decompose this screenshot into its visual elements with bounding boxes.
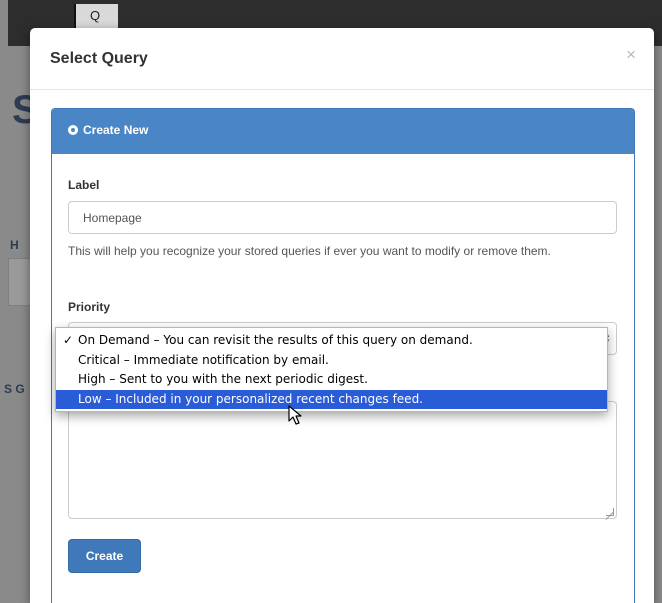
priority-dropdown-menu: ✓ On Demand – You can revisit the result… bbox=[55, 327, 608, 412]
select-query-modal: Select Query × Create New Label This wil… bbox=[30, 28, 654, 603]
priority-option-critical[interactable]: Critical – Immediate notification by ema… bbox=[56, 351, 607, 371]
panel-heading[interactable]: Create New bbox=[52, 109, 634, 154]
option-label: Low – Included in your personalized rece… bbox=[78, 391, 423, 406]
option-label: High – Sent to you with the next periodi… bbox=[78, 372, 368, 386]
mouse-cursor-icon bbox=[288, 405, 302, 425]
navbar-search-box[interactable]: Q bbox=[74, 4, 118, 30]
search-icon: Q bbox=[90, 8, 101, 23]
background-label-fragment: H bbox=[10, 238, 19, 252]
priority-option-on-demand[interactable]: ✓ On Demand – You can revisit the result… bbox=[56, 331, 607, 351]
option-label: Critical – Immediate notification by ema… bbox=[78, 352, 329, 367]
option-label: On Demand – You can revisit the results … bbox=[78, 333, 473, 347]
create-button[interactable]: Create bbox=[68, 539, 141, 573]
checkmark-icon: ✓ bbox=[63, 333, 74, 347]
resize-grip-icon[interactable] bbox=[606, 508, 614, 516]
label-field-label: Label bbox=[68, 178, 100, 192]
panel-heading-label: Create New bbox=[83, 123, 149, 137]
priority-label: Priority bbox=[68, 300, 111, 314]
label-input[interactable] bbox=[68, 201, 617, 234]
priority-option-high[interactable]: High – Sent to you with the next periodi… bbox=[56, 370, 607, 390]
background-text-fragment: S G bbox=[4, 382, 25, 396]
priority-option-low[interactable]: Low – Included in your personalized rece… bbox=[56, 389, 607, 409]
close-icon[interactable]: × bbox=[626, 45, 636, 65]
modal-title: Select Query bbox=[50, 50, 148, 67]
label-help-text: This will help you recognize your stored… bbox=[68, 244, 551, 258]
query-textarea[interactable] bbox=[68, 401, 617, 519]
background-input-fragment bbox=[8, 258, 32, 306]
modal-header: Select Query × bbox=[30, 28, 654, 90]
radio-icon[interactable] bbox=[68, 125, 78, 135]
